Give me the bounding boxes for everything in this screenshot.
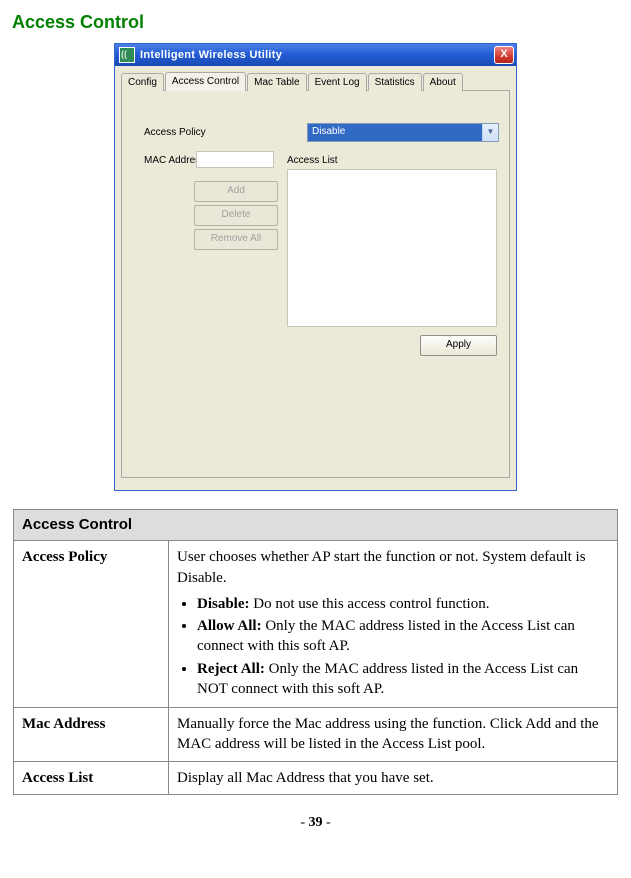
- tab-access-control[interactable]: Access Control: [165, 72, 246, 91]
- tab-event-log[interactable]: Event Log: [308, 73, 367, 91]
- option-name: Reject All:: [197, 661, 265, 677]
- titlebar: Intelligent Wireless Utility X: [115, 44, 516, 66]
- footer-prefix: -: [300, 815, 308, 830]
- chevron-down-icon[interactable]: ▼: [482, 124, 498, 141]
- row-label: Access Policy: [14, 541, 169, 708]
- page-title: Access Control: [12, 12, 619, 33]
- option-name: Allow All:: [197, 618, 262, 634]
- window-title: Intelligent Wireless Utility: [140, 49, 494, 61]
- access-list-box[interactable]: [287, 169, 497, 327]
- list-item: Allow All: Only the MAC address listed i…: [197, 616, 609, 657]
- table-row-access-list: Access List Display all Mac Address that…: [14, 761, 618, 794]
- remove-all-button[interactable]: Remove All: [194, 229, 278, 250]
- row-desc: Display all Mac Address that you have se…: [169, 761, 618, 794]
- combo-selected-value: Disable: [308, 124, 482, 141]
- tab-bar: Config Access Control Mac Table Event Lo…: [121, 72, 510, 91]
- label-access-list: Access List: [287, 155, 338, 166]
- row-label: Mac Address: [14, 708, 169, 762]
- row-intro: User chooses whether AP start the functi…: [177, 547, 609, 588]
- window-body: Config Access Control Mac Table Event Lo…: [115, 66, 516, 490]
- close-icon[interactable]: X: [494, 46, 514, 64]
- option-desc: Do not use this access control function.: [250, 596, 490, 612]
- row-label: Access List: [14, 761, 169, 794]
- tab-statistics[interactable]: Statistics: [368, 73, 422, 91]
- label-access-policy: Access Policy: [144, 127, 206, 138]
- access-policy-combo[interactable]: Disable ▼: [307, 123, 499, 142]
- footer-suffix: -: [323, 815, 331, 830]
- tab-about[interactable]: About: [423, 73, 463, 91]
- mac-address-input[interactable]: [196, 151, 274, 168]
- tab-mac-table[interactable]: Mac Table: [247, 73, 306, 91]
- row-desc: User chooses whether AP start the functi…: [169, 541, 618, 708]
- app-icon: [119, 47, 135, 63]
- dialog-window: Intelligent Wireless Utility X Config Ac…: [114, 43, 517, 491]
- delete-button[interactable]: Delete: [194, 205, 278, 226]
- doc-table: Access Control Access Policy User choose…: [13, 509, 618, 795]
- tab-config[interactable]: Config: [121, 73, 164, 91]
- list-item: Reject All: Only the MAC address listed …: [197, 659, 609, 700]
- add-button[interactable]: Add: [194, 181, 278, 202]
- tab-pane: Access Policy MAC Address Access List Di…: [121, 91, 510, 478]
- apply-button[interactable]: Apply: [420, 335, 497, 356]
- table-header: Access Control: [14, 510, 618, 541]
- table-row-mac-address: Mac Address Manually force the Mac addre…: [14, 708, 618, 762]
- option-name: Disable:: [197, 596, 250, 612]
- page-footer: - 39 -: [12, 815, 619, 831]
- list-item: Disable: Do not use this access control …: [197, 594, 609, 614]
- page-number: 39: [309, 815, 323, 830]
- row-desc: Manually force the Mac address using the…: [169, 708, 618, 762]
- table-row-access-policy: Access Policy User chooses whether AP st…: [14, 541, 618, 708]
